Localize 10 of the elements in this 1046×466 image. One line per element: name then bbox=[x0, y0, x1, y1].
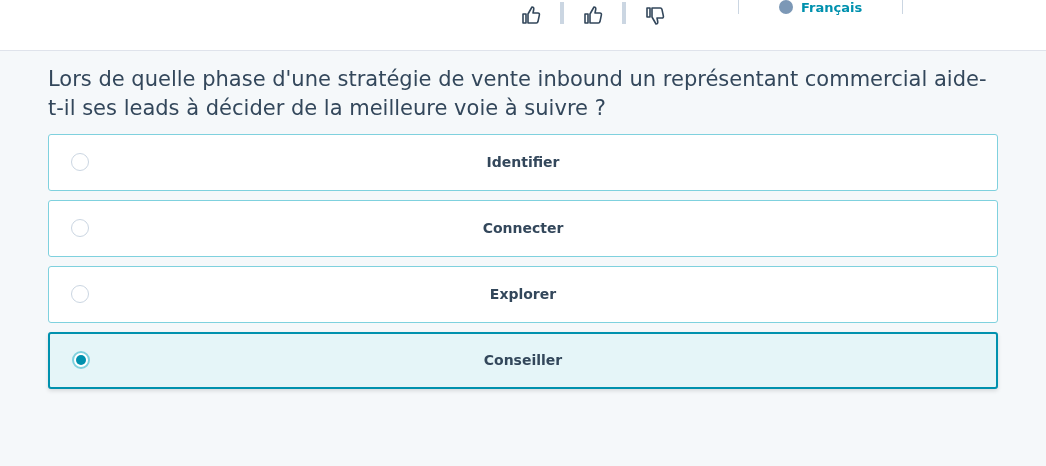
question-text: Lors de quelle phase d'une stratégie de vente inbound un représentant commercial aide-t-il ses leads à décider de la meilleure voie à suivre ? bbox=[48, 66, 988, 123]
language-dropdown[interactable]: Français bbox=[801, 0, 863, 14]
answer-option[interactable]: Connecter bbox=[48, 199, 998, 257]
radio-button[interactable] bbox=[71, 153, 89, 172]
radio-button[interactable] bbox=[71, 285, 89, 304]
answer-option[interactable]: Conseiller bbox=[48, 331, 998, 389]
radio-button[interactable] bbox=[72, 351, 90, 370]
radio-button[interactable] bbox=[71, 219, 89, 238]
answer-option[interactable]: Explorer bbox=[48, 265, 998, 323]
answer-option[interactable]: Identifier bbox=[48, 133, 998, 191]
